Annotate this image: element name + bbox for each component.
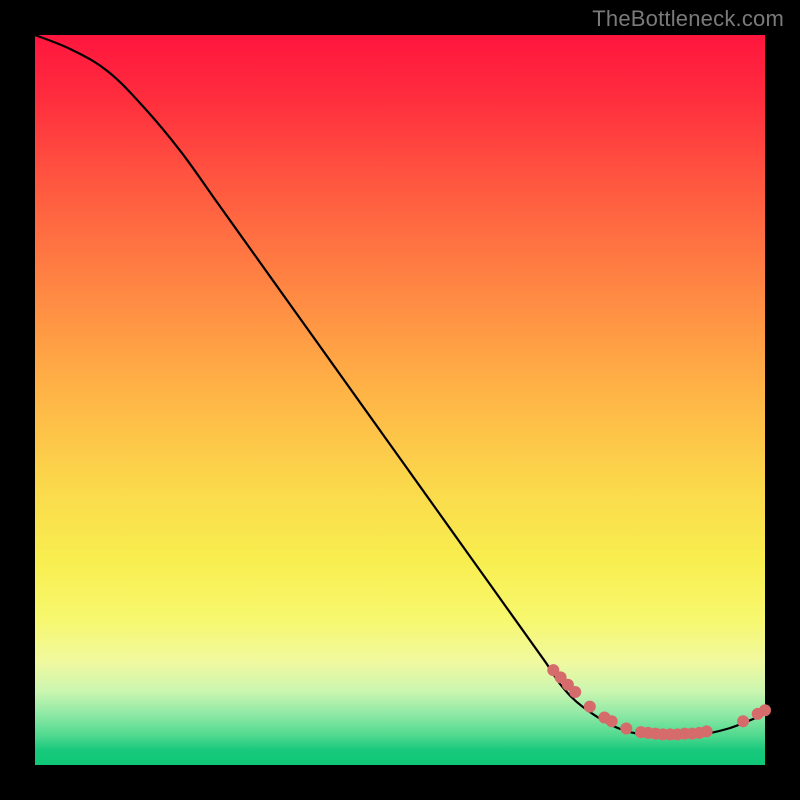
curve-marker	[606, 715, 618, 727]
curve-marker	[759, 704, 771, 716]
curve-marker	[620, 723, 632, 735]
curve-marker	[584, 701, 596, 713]
curve-marker	[737, 715, 749, 727]
curve-markers	[547, 664, 771, 740]
curve-marker	[569, 686, 581, 698]
plot-area	[35, 35, 765, 765]
bottleneck-curve	[35, 35, 765, 737]
chart-frame: TheBottleneck.com	[0, 0, 800, 800]
chart-svg	[35, 35, 765, 765]
curve-marker	[701, 725, 713, 737]
watermark-text: TheBottleneck.com	[592, 6, 784, 32]
